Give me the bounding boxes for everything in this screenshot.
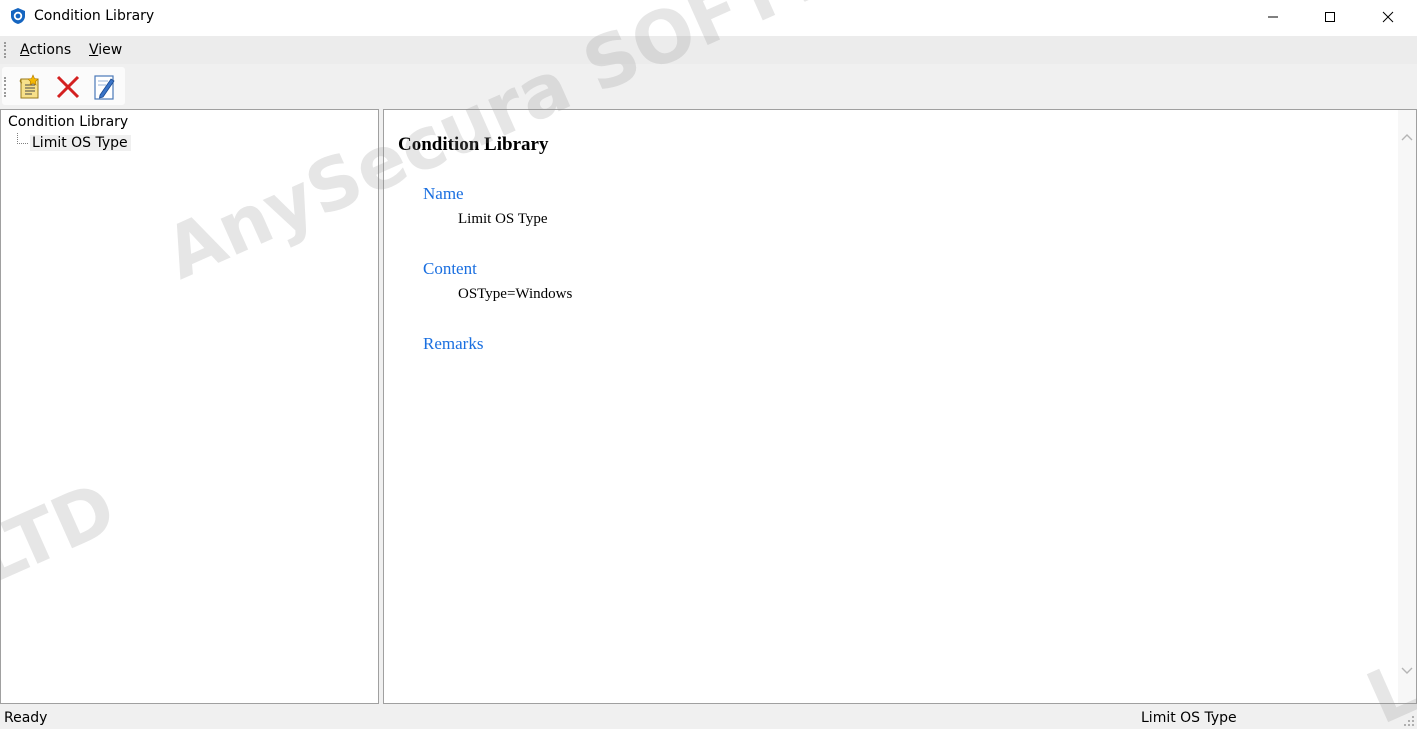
detail-title: Condition Library [398,134,549,155]
scroll-down-icon[interactable] [1401,666,1413,676]
tree-node-limit-os-type[interactable]: Limit OS Type [30,135,131,151]
tree-pane: Condition Library Limit OS Type [0,109,379,704]
maximize-button[interactable] [1301,0,1359,34]
menu-view-label: iew [98,42,123,58]
menu-bar: Actions View [0,36,1417,64]
tree-root-node[interactable]: Condition Library [8,114,128,130]
field-value-name: Limit OS Type [458,211,548,227]
toolbar-band [0,64,1417,108]
maximize-icon [1325,12,1335,22]
vertical-scrollbar[interactable] [1398,110,1416,703]
menu-view[interactable]: View [89,42,122,58]
close-button[interactable] [1359,0,1417,34]
new-condition-button[interactable] [14,72,44,102]
minimize-button[interactable] [1244,0,1302,34]
field-value-content: OSType=Windows [458,286,573,302]
close-icon [1382,11,1394,23]
field-label-remarks: Remarks [423,334,484,353]
field-label-content: Content [423,259,477,278]
edit-icon [94,75,115,100]
menu-actions-label: ctions [29,42,72,58]
menu-view-accel: V [89,42,99,58]
edit-button[interactable] [89,72,119,102]
status-selection: Limit OS Type [1141,710,1237,726]
menu-actions-accel: A [20,42,30,58]
field-label-name: Name [423,184,464,203]
delete-icon [56,75,80,99]
resize-grip-icon[interactable] [1403,715,1415,727]
minimize-icon [1268,16,1278,18]
window-title: Condition Library [34,8,155,24]
detail-pane: Condition Library Name Limit OS Type Con… [383,109,1417,704]
menu-grip[interactable] [4,42,8,58]
scroll-up-icon[interactable] [1401,132,1413,142]
tree-connector [17,133,28,144]
new-condition-icon [19,74,39,99]
menu-actions[interactable]: Actions [20,42,71,58]
toolbar [2,67,125,105]
delete-button[interactable] [53,72,83,102]
title-bar: Condition Library [0,0,1417,34]
status-text: Ready [4,710,48,726]
status-bar: Ready Limit OS Type [0,705,1417,729]
toolbar-grip[interactable] [4,77,8,97]
app-shield-icon [11,8,25,24]
